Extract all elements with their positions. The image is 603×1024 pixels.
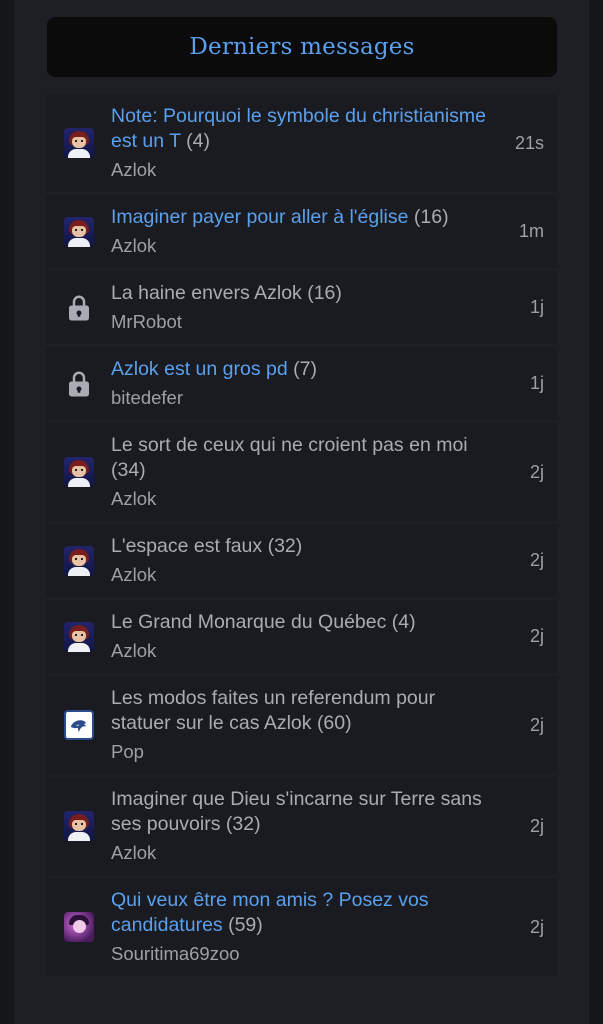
avatar-slot: [46, 811, 111, 841]
topic-body: Imaginer que Dieu s'incarne sur Terre sa…: [111, 787, 500, 865]
topic-time: 2j: [529, 815, 544, 836]
topic-time: 1m: [518, 221, 544, 241]
user-avatar-icon[interactable]: [63, 128, 94, 158]
topic-author[interactable]: Azlok: [111, 562, 500, 587]
topic-body: Qui veux être mon amis ? Posez vos candi…: [111, 888, 500, 966]
topic-title-text[interactable]: Qui veux être mon amis ? Posez vos candi…: [111, 889, 429, 936]
topic-row-8[interactable]: Les modos faites un referendum pour stat…: [46, 676, 557, 774]
topic-list: Note: Pourquoi le symbole du christianis…: [46, 94, 557, 976]
topic-row-1[interactable]: Note: Pourquoi le symbole du christianis…: [46, 94, 557, 192]
topic-title[interactable]: Azlok est un gros pd (7): [111, 357, 500, 382]
topic-title[interactable]: L'espace est faux (32): [111, 534, 500, 559]
topic-title[interactable]: Les modos faites un referendum pour stat…: [111, 686, 500, 736]
topic-author[interactable]: MrRobot: [111, 309, 500, 334]
avatar-slot: [46, 128, 111, 158]
avatar-slot: [46, 457, 111, 487]
topic-author[interactable]: Azlok: [111, 157, 500, 182]
user-avatar-icon[interactable]: [63, 545, 94, 576]
topic-author[interactable]: Pop: [111, 739, 500, 764]
user-avatar-icon[interactable]: [63, 621, 94, 652]
avatar-slot: [46, 545, 111, 576]
topic-row-7[interactable]: Le Grand Monarque du Québec (4) Azlok 2j: [46, 600, 557, 673]
latest-messages-header: Derniers messages: [47, 17, 557, 77]
reply-count: (4): [391, 611, 416, 633]
reply-count: (16): [307, 282, 342, 304]
topic-title[interactable]: Le sort de ceux qui ne croient pas en mo…: [111, 433, 500, 483]
topic-row-5[interactable]: Le sort de ceux qui ne croient pas en mo…: [46, 423, 557, 521]
user-avatar-icon[interactable]: [63, 457, 94, 487]
topic-title-text[interactable]: Le sort de ceux qui ne croient pas en mo…: [111, 434, 468, 456]
topic-title[interactable]: Qui veux être mon amis ? Posez vos candi…: [111, 888, 500, 938]
topic-body: La haine envers Azlok (16) MrRobot: [111, 281, 500, 334]
topic-author[interactable]: bitedefer: [111, 385, 500, 410]
user-avatar-icon[interactable]: [63, 811, 94, 841]
topic-time: 2j: [529, 714, 544, 735]
reply-count: (16): [413, 206, 449, 228]
topic-time: 2j: [529, 916, 544, 937]
reply-count: (59): [228, 914, 263, 936]
topic-title-text[interactable]: L'espace est faux: [111, 535, 262, 557]
topic-author[interactable]: Azlok: [111, 233, 500, 258]
reply-count: (34): [111, 459, 146, 481]
topic-title-text[interactable]: Le Grand Monarque du Québec: [111, 611, 386, 633]
topic-body: Imaginer payer pour aller à l'église (16…: [111, 205, 500, 258]
topic-row-2[interactable]: Imaginer payer pour aller à l'église (16…: [46, 195, 557, 268]
topic-body: Note: Pourquoi le symbole du christianis…: [111, 104, 500, 182]
lock-icon: [68, 295, 89, 320]
topic-title-text[interactable]: Imaginer payer pour aller à l'église: [111, 206, 408, 228]
lock-icon: [68, 371, 89, 396]
topic-body: Le sort de ceux qui ne croient pas en mo…: [111, 433, 500, 511]
topic-title[interactable]: Note: Pourquoi le symbole du christianis…: [111, 104, 500, 154]
topic-title[interactable]: Imaginer payer pour aller à l'église (16…: [111, 205, 500, 230]
topic-title-text[interactable]: La haine envers Azlok: [111, 282, 302, 304]
topic-time: 2j: [529, 550, 544, 570]
reply-count: (32): [267, 535, 303, 557]
user-avatar-icon[interactable]: [63, 216, 94, 247]
topic-row-3[interactable]: La haine envers Azlok (16) MrRobot 1j: [46, 271, 557, 344]
reply-count: (7): [293, 358, 317, 380]
topic-body: L'espace est faux (32) Azlok: [111, 534, 500, 587]
topic-time: 2j: [529, 626, 544, 646]
topic-body: Azlok est un gros pd (7) bitedefer: [111, 357, 500, 410]
reply-count: (32): [225, 813, 261, 835]
topic-row-9[interactable]: Imaginer que Dieu s'incarne sur Terre sa…: [46, 777, 557, 875]
purple-avatar-icon[interactable]: [63, 912, 94, 942]
topic-row-6[interactable]: L'espace est faux (32) Azlok 2j: [46, 524, 557, 597]
avatar-slot: [46, 621, 111, 652]
topic-author[interactable]: Souritima69zoo: [111, 941, 500, 966]
topic-author[interactable]: Azlok: [111, 840, 500, 865]
topic-time: 1j: [529, 373, 544, 393]
topic-title[interactable]: Le Grand Monarque du Québec (4): [111, 610, 500, 635]
header-title: Derniers messages: [189, 34, 415, 60]
topic-body: Les modos faites un referendum pour stat…: [111, 686, 500, 764]
avatar-slot: [46, 293, 111, 323]
avatar-slot: [46, 710, 111, 740]
topic-title-text[interactable]: Imaginer que Dieu s'incarne sur Terre sa…: [111, 788, 482, 835]
topic-title-text[interactable]: Les modos faites un referendum pour stat…: [111, 687, 435, 734]
topic-title[interactable]: Imaginer que Dieu s'incarne sur Terre sa…: [111, 787, 500, 837]
topic-title[interactable]: La haine envers Azlok (16): [111, 281, 500, 306]
reply-count: (60): [316, 712, 352, 734]
topic-time: 2j: [529, 461, 544, 482]
orca-avatar-icon[interactable]: [63, 710, 94, 740]
topic-body: Le Grand Monarque du Québec (4) Azlok: [111, 610, 500, 663]
topic-title-text[interactable]: Azlok est un gros pd: [111, 358, 288, 380]
topic-author[interactable]: Azlok: [111, 486, 500, 511]
topic-row-10[interactable]: Qui veux être mon amis ? Posez vos candi…: [46, 878, 557, 976]
avatar-slot: [46, 912, 111, 942]
avatar-slot: [46, 216, 111, 247]
reply-count: (4): [186, 130, 211, 152]
avatar-slot: [46, 369, 111, 399]
topic-row-4[interactable]: Azlok est un gros pd (7) bitedefer 1j: [46, 347, 557, 420]
topic-time: 1j: [529, 297, 544, 317]
topic-author[interactable]: Azlok: [111, 638, 500, 663]
topic-time: 21s: [514, 132, 544, 153]
topic-title-text[interactable]: Note: Pourquoi le symbole du christianis…: [111, 105, 486, 152]
